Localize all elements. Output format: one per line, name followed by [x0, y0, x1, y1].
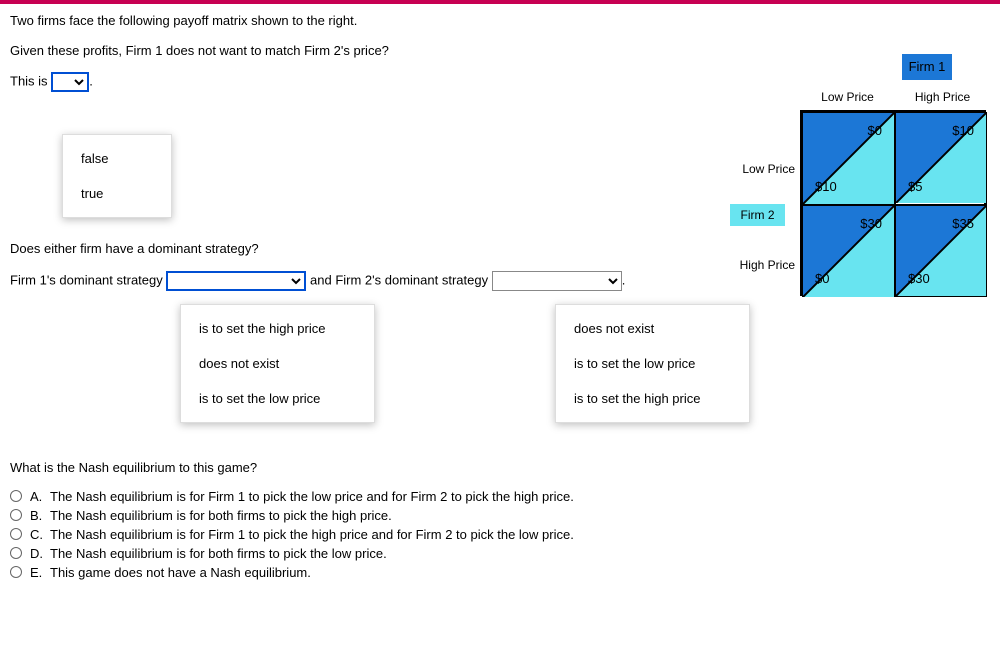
radio-icon: [10, 509, 22, 521]
firm2-opt-none[interactable]: does not exist: [556, 311, 749, 346]
option-false[interactable]: false: [63, 141, 171, 176]
firm2-payoff: $5: [908, 179, 922, 194]
nash-choices: A. The Nash equilibrium is for Firm 1 to…: [10, 489, 990, 580]
choice-text: The Nash equilibrium is for both firms t…: [50, 546, 387, 561]
firm2-payoff: $0: [815, 271, 829, 286]
firm1-opt-high[interactable]: is to set the high price: [181, 311, 374, 346]
radio-icon: [10, 528, 22, 540]
row-high-price: High Price: [735, 258, 795, 272]
col-high-price: High Price: [895, 90, 990, 104]
firm2-header: Firm 2: [730, 204, 785, 226]
firm2-dominant-label: and Firm 2's dominant strategy: [310, 272, 488, 287]
choice-letter: E.: [30, 565, 50, 580]
row-low-price: Low Price: [735, 162, 795, 176]
cell-high-low: $30 $0: [802, 205, 895, 297]
cell-low-high: $10 $5: [895, 112, 987, 205]
choice-e[interactable]: E. This game does not have a Nash equili…: [10, 565, 990, 580]
firm1-options-popup: is to set the high price does not exist …: [180, 304, 375, 423]
firm1-dominant-label: Firm 1's dominant strategy: [10, 272, 163, 287]
firm1-payoff: $10: [952, 123, 974, 138]
firm1-payoff: $35: [952, 216, 974, 231]
col-low-price: Low Price: [800, 90, 895, 104]
choice-text: This game does not have a Nash equilibri…: [50, 565, 311, 580]
radio-icon: [10, 566, 22, 578]
firm2-strategy-dropdown[interactable]: [492, 271, 622, 291]
matrix-grid: $0 $10 $10 $5 $30 $0: [800, 110, 986, 296]
choice-letter: A.: [30, 489, 50, 504]
firm1-opt-none[interactable]: does not exist: [181, 346, 374, 381]
choice-d[interactable]: D. The Nash equilibrium is for both firm…: [10, 546, 990, 561]
radio-icon: [10, 490, 22, 502]
choice-letter: D.: [30, 546, 50, 561]
question1-intro: Two firms face the following payoff matr…: [10, 12, 990, 30]
this-is-label: This is: [10, 74, 48, 89]
choice-text: The Nash equilibrium is for both firms t…: [50, 508, 392, 523]
choice-text: The Nash equilibrium is for Firm 1 to pi…: [50, 527, 574, 542]
firm1-header: Firm 1: [902, 54, 952, 80]
firm2-opt-low[interactable]: is to set the low price: [556, 346, 749, 381]
choice-c[interactable]: C. The Nash equilibrium is for Firm 1 to…: [10, 527, 990, 542]
this-is-options-popup: false true: [62, 134, 172, 218]
cell-low-low: $0 $10: [802, 112, 895, 205]
question3: What is the Nash equilibrium to this gam…: [10, 459, 990, 477]
firm1-payoff: $0: [868, 123, 882, 138]
choice-letter: C.: [30, 527, 50, 542]
choice-text: The Nash equilibrium is for Firm 1 to pi…: [50, 489, 574, 504]
radio-icon: [10, 547, 22, 559]
firm2-payoff: $10: [815, 179, 837, 194]
this-is-dropdown[interactable]: [51, 72, 89, 92]
firm2-opt-high[interactable]: is to set the high price: [556, 381, 749, 416]
option-true[interactable]: true: [63, 176, 171, 211]
firm1-opt-low[interactable]: is to set the low price: [181, 381, 374, 416]
cell-high-high: $35 $30: [895, 205, 987, 297]
firm1-strategy-dropdown[interactable]: [166, 271, 306, 291]
firm1-payoff: $30: [860, 216, 882, 231]
firm2-payoff: $30: [908, 271, 930, 286]
choice-b[interactable]: B. The Nash equilibrium is for both firm…: [10, 508, 990, 523]
choice-a[interactable]: A. The Nash equilibrium is for Firm 1 to…: [10, 489, 990, 504]
firm2-options-popup: does not exist is to set the low price i…: [555, 304, 750, 423]
choice-letter: B.: [30, 508, 50, 523]
question1-stem: Given these profits, Firm 1 does not wan…: [10, 42, 990, 60]
